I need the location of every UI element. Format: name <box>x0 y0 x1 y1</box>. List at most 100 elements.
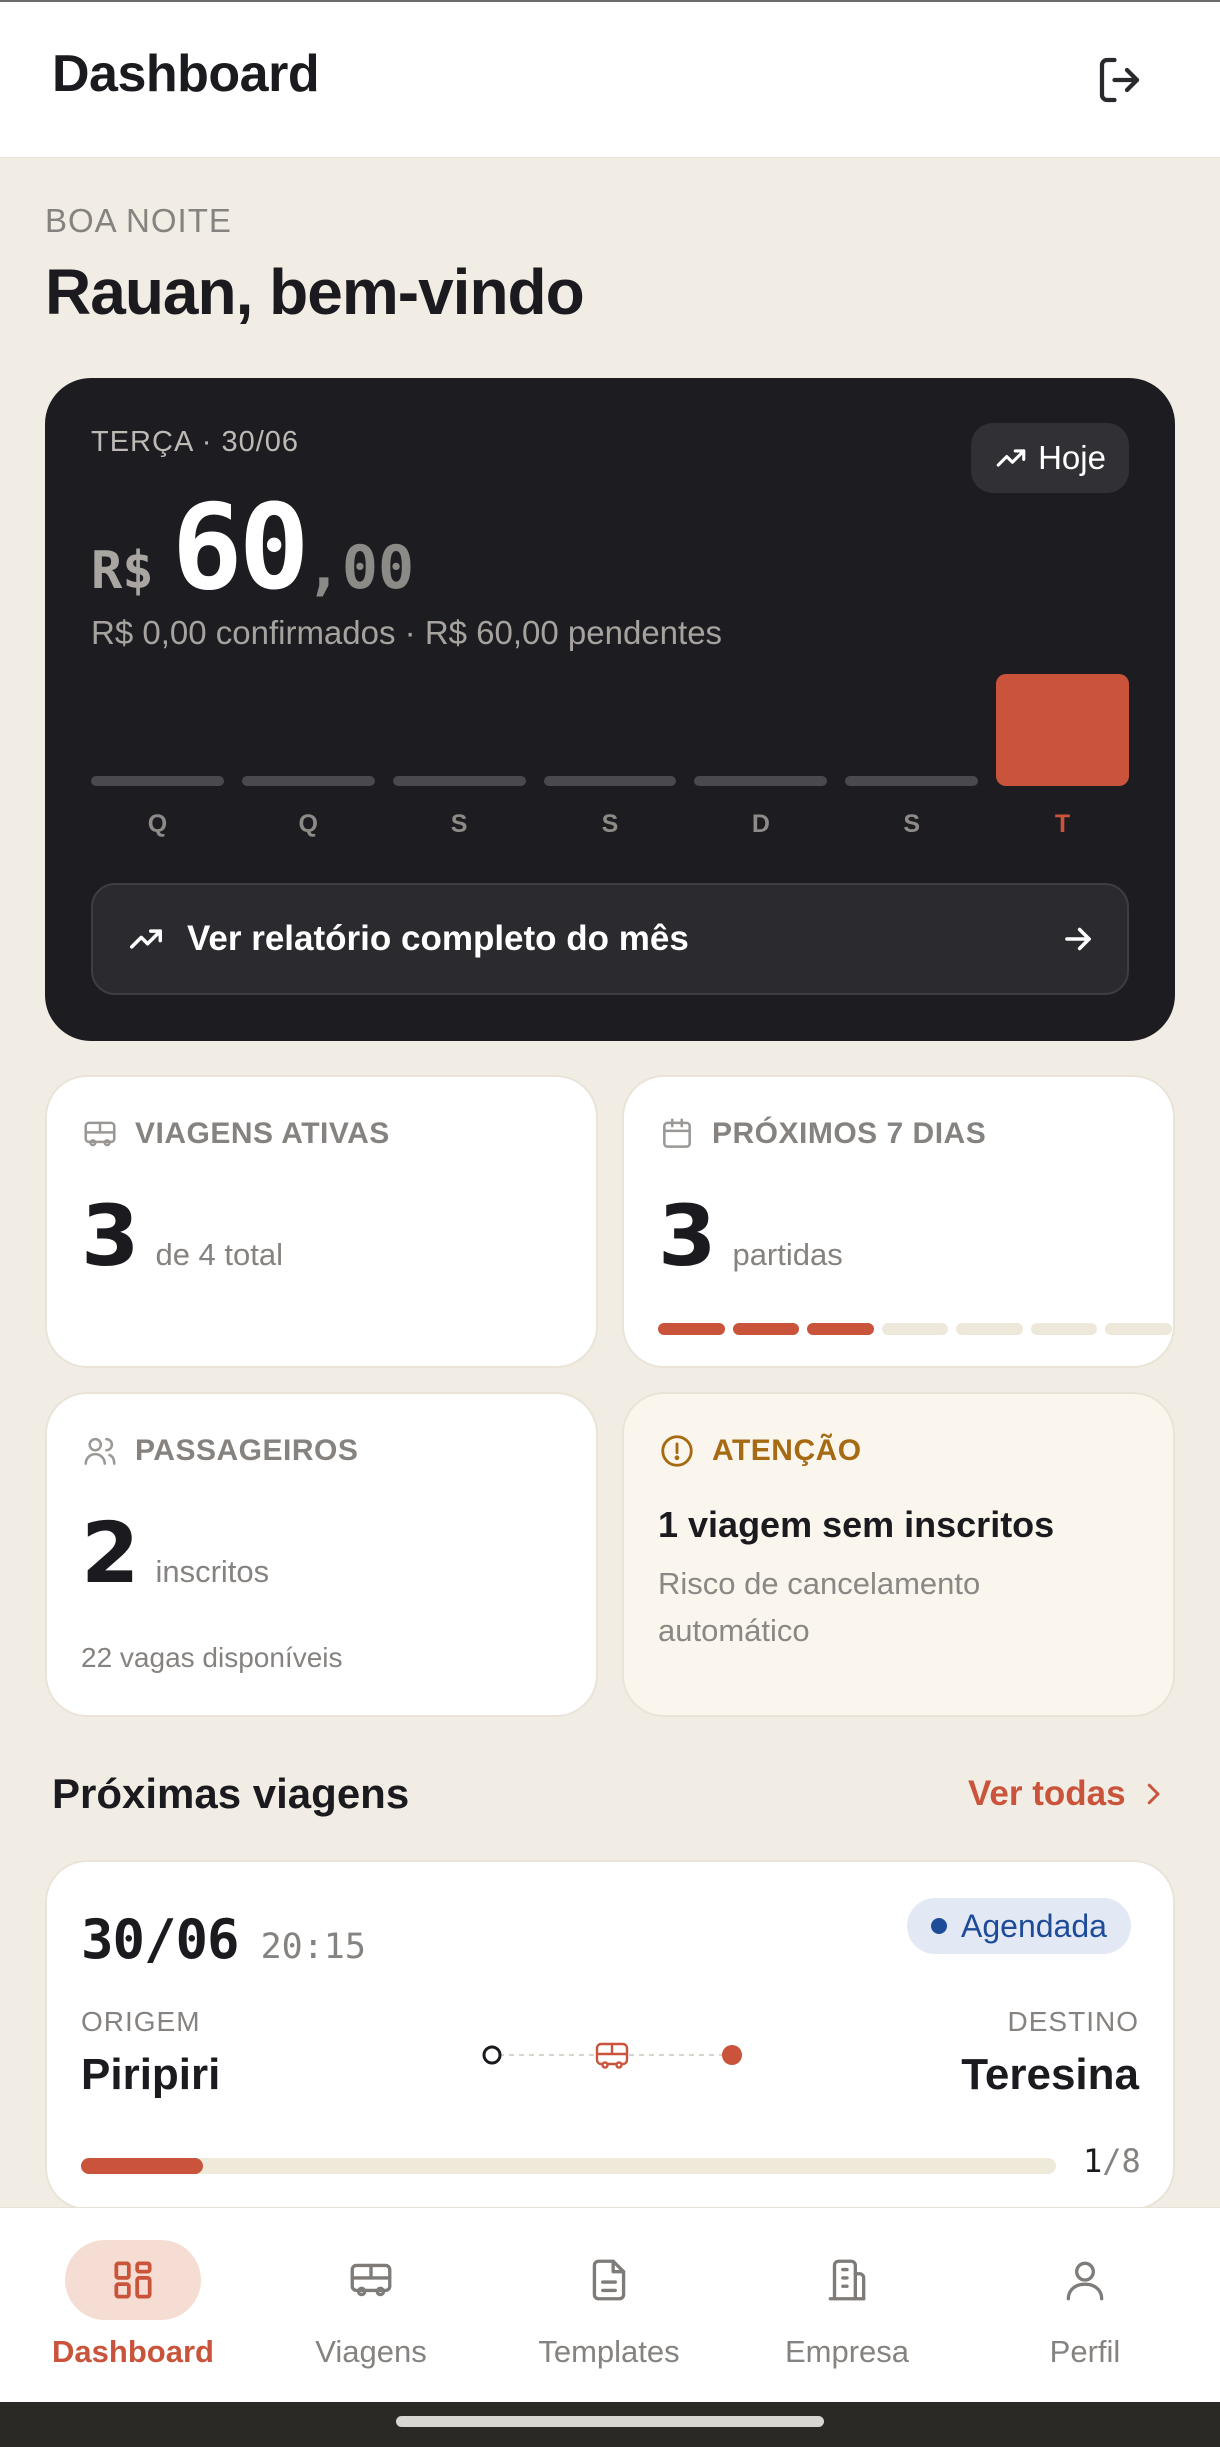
booked-count: 1 <box>1083 2142 1103 2180</box>
chart-day-label: S <box>903 810 921 838</box>
revenue-date: TERÇA · 30/06 <box>91 426 300 458</box>
passengers-unit: inscritos <box>155 1554 270 1589</box>
nav-label: Templates <box>538 2334 680 2369</box>
dashboard-icon <box>114 2261 152 2299</box>
page-title: Dashboard <box>52 45 320 103</box>
day-segment <box>807 1323 874 1335</box>
alert-circle-icon <box>661 1435 693 1467</box>
nav-viagens[interactable]: Viagens <box>271 2240 471 2370</box>
chart-bar <box>91 776 224 786</box>
passengers-card[interactable]: PASSAGEIROS 2 inscritos 22 vagas disponí… <box>45 1392 598 1717</box>
active-trips-unit: de 4 total <box>155 1237 283 1272</box>
active-trips-card[interactable]: VIAGENS ATIVAS 3 de 4 total <box>45 1075 598 1368</box>
full-report-button[interactable]: Ver relatório completo do mês <box>91 883 1129 995</box>
passengers-value: 2 <box>81 1504 140 1602</box>
nav-label: Perfil <box>1049 2334 1121 2369</box>
users-icon <box>84 1437 116 1465</box>
attention-label: ATENÇÃO <box>712 1434 862 1467</box>
nav-label: Dashboard <box>52 2334 214 2369</box>
bottom-nav: Dashboard Viagens Templates Empresa Perf… <box>0 2207 1220 2402</box>
next-7-days-label: PRÓXIMOS 7 DIAS <box>712 1117 987 1150</box>
document-icon <box>592 2259 626 2301</box>
nav-perfil[interactable]: Perfil <box>985 2240 1185 2370</box>
bus-icon <box>84 1121 116 1147</box>
full-report-label: Ver relatório completo do mês <box>187 919 689 958</box>
active-trips-value: 3 <box>81 1187 140 1285</box>
status-dot <box>931 1918 947 1934</box>
nav-empresa[interactable]: Empresa <box>747 2240 947 2370</box>
origin-city: Piripiri <box>81 2050 221 2099</box>
today-button[interactable]: Hoje <box>971 423 1129 493</box>
destination-city: Teresina <box>961 2050 1139 2099</box>
upcoming-trips-title: Próximas viagens <box>52 1770 410 1817</box>
origin-label: ORIGEM <box>81 2006 201 2037</box>
occupancy-bar <box>81 2158 1056 2174</box>
today-label: Hoje <box>1038 439 1106 476</box>
attention-title: 1 viagem sem inscritos <box>658 1504 1055 1545</box>
chart-day-label: S <box>601 810 619 838</box>
next-7-days-segments <box>658 1323 1173 1335</box>
nav-label: Viagens <box>315 2334 427 2369</box>
destination-label: DESTINO <box>1007 2006 1139 2037</box>
building-icon <box>828 2259 866 2301</box>
chart-bar <box>543 776 677 786</box>
day-segment <box>658 1323 725 1335</box>
destination-dot <box>722 2045 742 2065</box>
day-segment <box>956 1323 1023 1335</box>
trip-date: 30/06 <box>81 1908 240 1971</box>
logout-icon <box>1099 57 1140 103</box>
chart-day-label: S <box>450 810 468 838</box>
active-trips-label: VIAGENS ATIVAS <box>135 1117 390 1150</box>
next-7-days-unit: partidas <box>732 1237 843 1272</box>
nav-label: Empresa <box>784 2334 910 2369</box>
next-7-days-value: 3 <box>658 1187 717 1285</box>
route-line <box>482 2042 742 2069</box>
next-7-days-card[interactable]: PRÓXIMOS 7 DIAS 3 partidas <box>622 1075 1175 1368</box>
revenue-amount: R$ 60 ,00 <box>91 478 414 616</box>
chart-bar <box>845 776 979 786</box>
chart-day-label: Q <box>147 810 168 838</box>
home-gesture-handle[interactable] <box>396 2416 824 2427</box>
status-label: Agendada <box>961 1907 1107 1944</box>
chart-bar <box>241 776 375 786</box>
trip-time: 20:15 <box>260 1927 366 1967</box>
occupancy-count: 1/8 <box>1083 2142 1141 2180</box>
passengers-label: PASSAGEIROS <box>135 1434 359 1467</box>
amount-integer: 60 <box>171 478 310 616</box>
see-all-link[interactable]: Ver todas <box>968 1774 1168 1814</box>
arrow-right-icon <box>1065 927 1091 951</box>
day-segment <box>1030 1323 1098 1335</box>
day-segment <box>732 1323 800 1335</box>
available-seats-note: 22 vagas disponíveis <box>81 1642 343 1673</box>
app-header: Dashboard <box>0 2 1220 158</box>
chart-bar <box>694 776 828 786</box>
chart-bar <box>392 776 526 786</box>
chart-bar <box>996 674 1129 786</box>
see-all-label: Ver todas <box>968 1774 1126 1813</box>
amount-decimal: ,00 <box>305 533 415 603</box>
greeting-title: Rauan, bem-vindo <box>45 256 585 328</box>
capacity-count: /8 <box>1102 2142 1141 2180</box>
trip-card[interactable]: 30/06 20:15 Agendada ORIGEM Piripiri DES… <box>45 1860 1175 2210</box>
calendar-icon <box>663 1118 691 1148</box>
nav-templates[interactable]: Templates <box>509 2240 709 2370</box>
trending-up-icon <box>130 929 162 949</box>
day-segment <box>1105 1323 1173 1335</box>
system-nav-bar <box>0 2402 1220 2447</box>
occupancy-fill <box>81 2158 203 2174</box>
revenue-subtitle: R$ 0,00 confirmados · R$ 60,00 pendentes <box>91 614 723 651</box>
currency-symbol: R$ <box>91 541 154 601</box>
bus-icon <box>595 2042 629 2069</box>
weekly-bar-chart: QQSSDST <box>91 674 1129 878</box>
trending-up-icon <box>996 449 1026 467</box>
day-segment <box>881 1323 949 1335</box>
chart-day-label: T <box>1054 810 1071 838</box>
greeting-label: BOA NOITE <box>45 202 232 239</box>
nav-dashboard[interactable]: Dashboard <box>33 2240 233 2370</box>
logout-button[interactable] <box>1092 50 1152 110</box>
attention-card[interactable]: ATENÇÃO 1 viagem sem inscritos Risco de … <box>622 1392 1175 1717</box>
origin-dot <box>482 2045 502 2065</box>
status-badge: Agendada <box>907 1898 1131 1954</box>
bus-icon <box>350 2263 392 2297</box>
chevron-right-icon <box>1147 1783 1160 1805</box>
